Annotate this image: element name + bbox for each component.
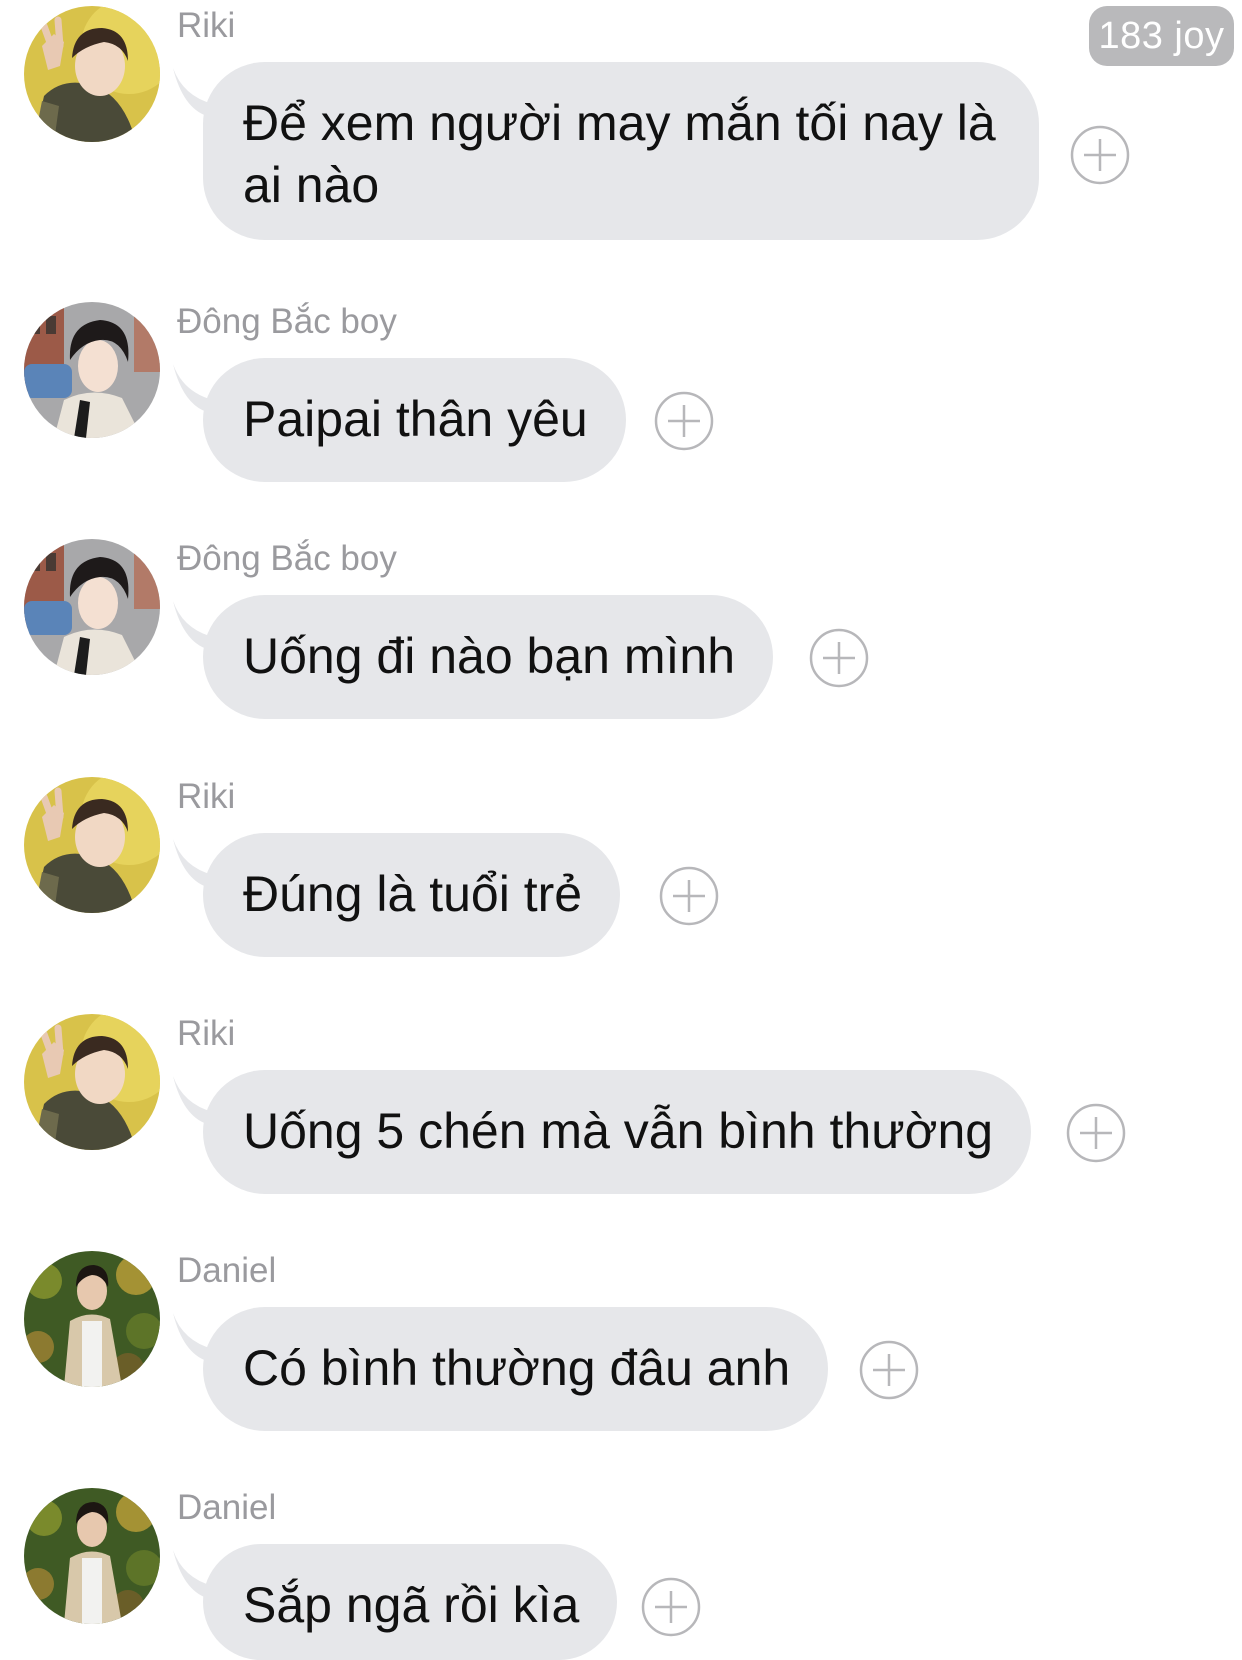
message-bubble[interactable]: Paipai thân yêu — [203, 358, 626, 482]
message-bubble[interactable]: Có bình thường đâu anh — [203, 1307, 829, 1431]
plus-circle-icon[interactable] — [858, 1339, 920, 1401]
message-bubble[interactable]: Uống 5 chén mà vẫn bình thường — [203, 1070, 1032, 1194]
sender-name: Đông Bắc boy — [177, 302, 397, 341]
plus-circle-icon[interactable] — [640, 1576, 702, 1638]
message-bubble[interactable]: Uống đi nào bạn mình — [203, 595, 774, 719]
sender-name: Daniel — [177, 1488, 277, 1527]
daniel-avatar[interactable] — [24, 1488, 160, 1624]
message-bubble[interactable]: Sắp ngã rồi kìa — [203, 1544, 618, 1660]
plus-circle-icon[interactable] — [653, 390, 715, 452]
message-row: Đông Bắc boy Uống đi nào bạn mình — [0, 539, 1242, 729]
sender-name: Daniel — [177, 1251, 277, 1290]
message-row: Daniel Sắp ngã rồi kìa — [0, 1488, 1242, 1660]
message-row: Riki Để xem người may mắn tối nay là ai … — [0, 6, 1242, 240]
dongbac-avatar[interactable] — [24, 539, 160, 675]
riki-avatar[interactable] — [24, 6, 160, 142]
message-row: Riki Uống 5 chén mà vẫn bình thường — [0, 1014, 1242, 1204]
riki-avatar[interactable] — [24, 777, 160, 913]
plus-circle-icon[interactable] — [1069, 124, 1131, 186]
dongbac-avatar[interactable] — [24, 302, 160, 438]
plus-circle-icon[interactable] — [1065, 1102, 1127, 1164]
message-row: Riki Đúng là tuổi trẻ — [0, 777, 1242, 967]
message-row: Daniel Có bình thường đâu anh — [0, 1251, 1242, 1441]
sender-name: Đông Bắc boy — [177, 539, 397, 578]
plus-circle-icon[interactable] — [658, 865, 720, 927]
message-bubble[interactable]: Đúng là tuổi trẻ — [203, 833, 621, 957]
plus-circle-icon[interactable] — [808, 627, 870, 689]
daniel-avatar[interactable] — [24, 1251, 160, 1387]
message-row: Đông Bắc boy Paipai thân yêu — [0, 302, 1242, 492]
riki-avatar[interactable] — [24, 1014, 160, 1150]
sender-name: Riki — [177, 777, 236, 816]
message-bubble[interactable]: Để xem người may mắn tối nay là ai nào — [203, 62, 1039, 240]
sender-name: Riki — [177, 6, 236, 45]
sender-name: Riki — [177, 1014, 236, 1053]
